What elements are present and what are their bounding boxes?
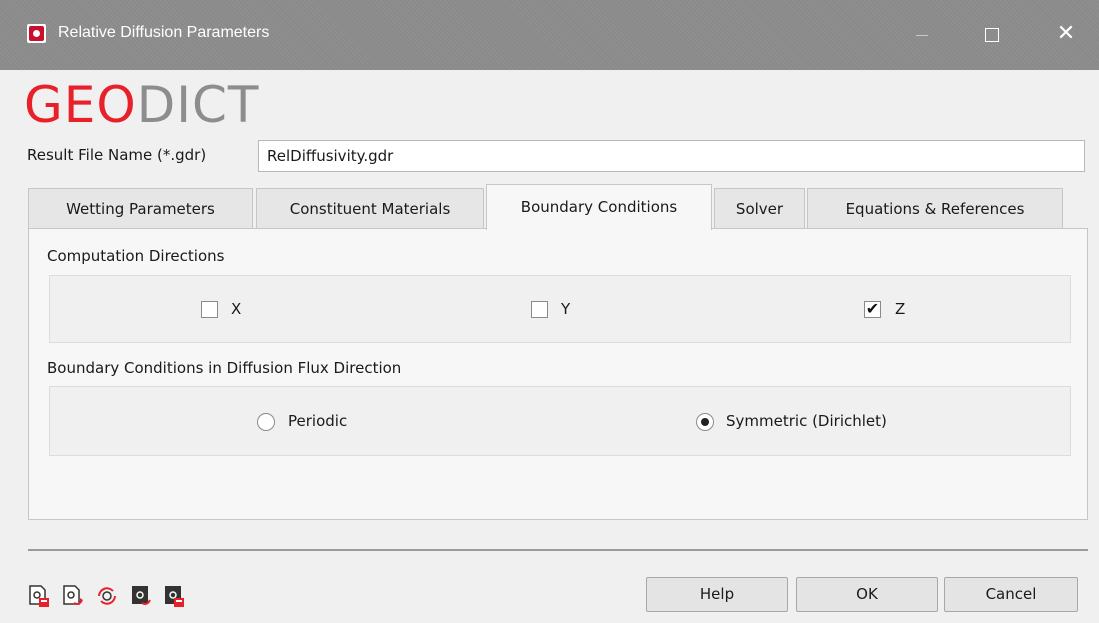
window-title: Relative Diffusion Parameters <box>58 24 270 41</box>
result-file-input[interactable] <box>258 140 1085 172</box>
checkbox-z-label: Z <box>895 300 906 318</box>
geodict-logo: GEODICT <box>24 79 259 131</box>
boundary-conditions-group: Periodic Symmetric (Dirichlet) <box>49 386 1071 456</box>
title-bar: Relative Diffusion Parameters ✕ <box>0 0 1099 70</box>
boundary-conditions-panel: Computation Directions X Y ✔ Z Boundary … <box>28 228 1088 520</box>
app-icon <box>27 24 46 43</box>
boundary-conditions-title: Boundary Conditions in Diffusion Flux Di… <box>47 359 402 377</box>
checkbox-y-label: Y <box>561 300 571 318</box>
checkbox-z[interactable]: ✔ <box>864 301 881 318</box>
tab-equations-references[interactable]: Equations & References <box>807 188 1063 229</box>
load-settings-icon[interactable] <box>62 584 84 608</box>
computation-directions-title: Computation Directions <box>47 247 225 265</box>
checkbox-x[interactable] <box>201 301 218 318</box>
radio-periodic[interactable] <box>257 413 275 431</box>
tab-boundary-conditions[interactable]: Boundary Conditions <box>486 184 712 230</box>
checkbox-y[interactable] <box>531 301 548 318</box>
cancel-button[interactable]: Cancel <box>944 577 1078 612</box>
logo-geo: GEO <box>24 76 137 134</box>
tab-constituent-materials[interactable]: Constituent Materials <box>256 188 484 229</box>
minimize-button[interactable] <box>900 14 946 54</box>
tab-solver[interactable]: Solver <box>714 188 805 229</box>
radio-symmetric[interactable] <box>696 413 714 431</box>
computation-directions-group: X Y ✔ Z <box>49 275 1071 343</box>
checkbox-x-label: X <box>231 300 242 318</box>
ok-button[interactable]: OK <box>796 577 938 612</box>
result-file-label: Result File Name (*.gdr) <box>27 146 207 164</box>
logo-dict: DICT <box>136 76 260 134</box>
radio-periodic-label: Periodic <box>288 412 348 430</box>
reset-settings-icon[interactable] <box>96 584 118 608</box>
delete-settings-icon[interactable] <box>163 584 185 608</box>
close-button[interactable]: ✕ <box>1043 14 1089 54</box>
maximize-button[interactable] <box>968 14 1014 54</box>
save-settings-icon[interactable] <box>28 584 50 608</box>
radio-symmetric-label: Symmetric (Dirichlet) <box>726 412 887 430</box>
separator <box>28 549 1088 551</box>
tab-wetting-parameters[interactable]: Wetting Parameters <box>28 188 253 229</box>
help-button[interactable]: Help <box>646 577 788 612</box>
export-settings-icon[interactable] <box>130 584 152 608</box>
